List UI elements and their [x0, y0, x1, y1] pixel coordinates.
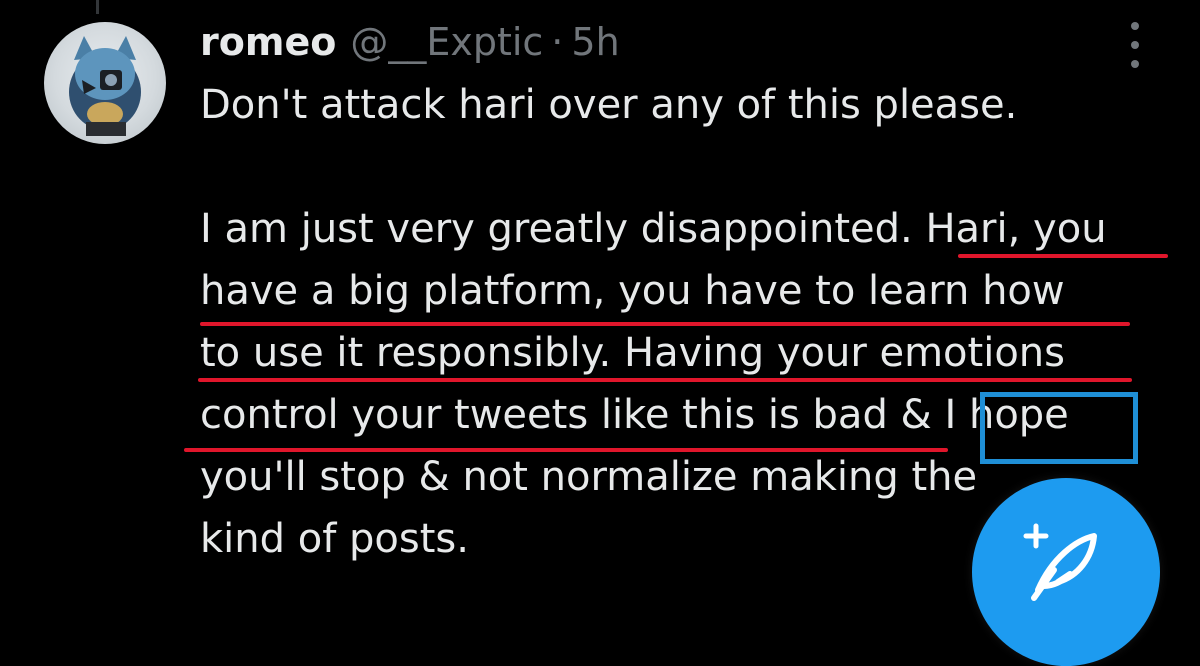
thread-connector-line [96, 0, 99, 14]
red-underline-annotation [958, 254, 1168, 258]
red-underline-annotation [198, 378, 1132, 382]
tweet-timestamp[interactable]: 5h [571, 16, 619, 68]
tweet-header: romeo @__Exptic · 5h [200, 16, 620, 68]
avatar[interactable] [44, 22, 166, 144]
header-separator: · [551, 20, 564, 64]
more-vertical-icon[interactable] [1124, 22, 1146, 68]
author-display-name[interactable]: romeo [200, 16, 336, 68]
tweet-line: Don't attack hari over any of this pleas… [200, 82, 1018, 128]
tweet-line: to use it responsibly. Having your emoti… [200, 330, 1065, 376]
blue-box-annotation [980, 392, 1138, 464]
tweet-line: I am just very greatly disappointed. Har… [200, 206, 1107, 252]
compose-button[interactable] [972, 478, 1160, 666]
compose-feather-plus-icon [1023, 523, 1097, 601]
red-underline-annotation [200, 322, 1130, 326]
avatar-cartoon-icon [69, 36, 141, 136]
author-handle[interactable]: @__Exptic [350, 16, 543, 68]
red-underline-annotation [184, 448, 948, 452]
tweet-line: have a big platform, you have to learn h… [200, 268, 1065, 314]
